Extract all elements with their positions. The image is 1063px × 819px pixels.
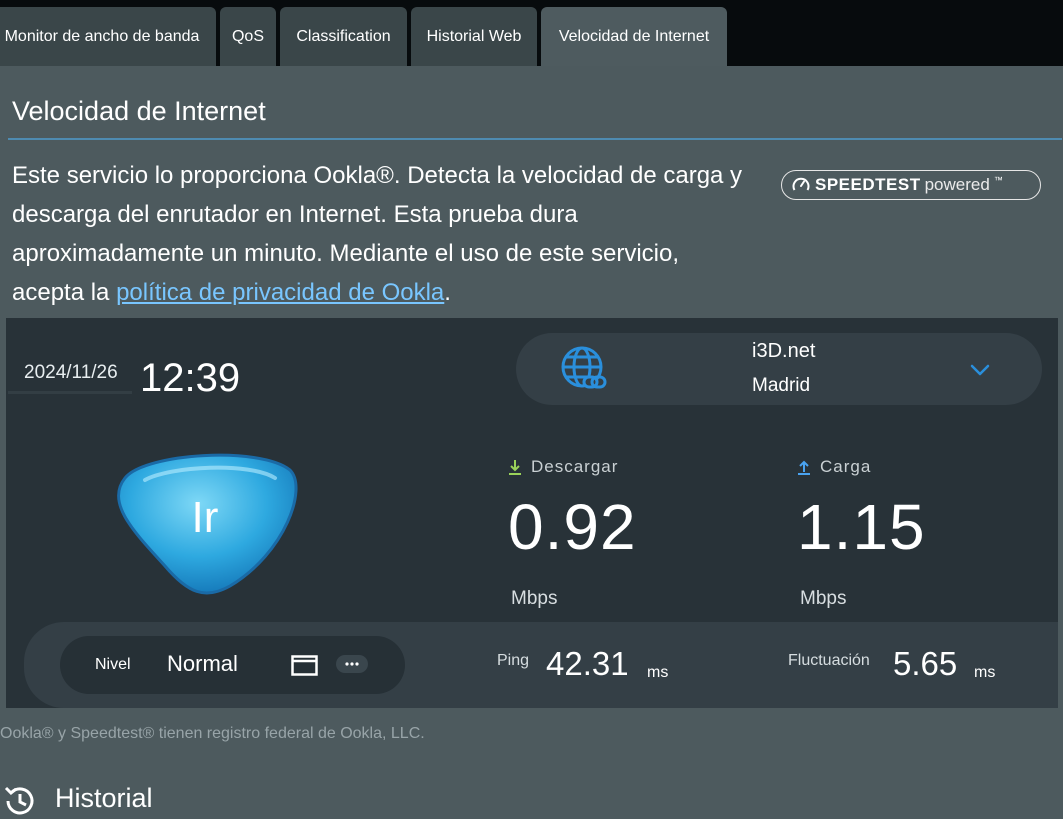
tab-classification[interactable]: Classification: [280, 7, 407, 66]
server-name: i3D.net: [752, 340, 816, 362]
chevron-down-icon[interactable]: [969, 362, 991, 378]
title-divider: [8, 138, 1062, 140]
ping-value: 42.31: [546, 645, 629, 682]
tab-qos[interactable]: QoS: [220, 7, 276, 66]
download-label: Descargar: [508, 457, 618, 477]
description-end: .: [444, 279, 451, 306]
server-city: Madrid: [752, 375, 811, 396]
history-title: Historial: [55, 783, 153, 813]
ping-label: Ping: [497, 652, 530, 669]
go-button[interactable]: Ir: [110, 448, 310, 598]
go-button-label: Ir: [191, 493, 219, 542]
privacy-policy-link[interactable]: política de privacidad de Ookla: [116, 279, 444, 306]
jitter-label: Fluctuación: [788, 652, 870, 669]
badge-trademark: ™: [993, 175, 1003, 185]
tab-bandwidth-monitor[interactable]: Monitor de ancho de banda: [0, 7, 216, 66]
globe-link-icon: [561, 346, 607, 389]
tab-internet-speed[interactable]: Velocidad de Internet: [541, 7, 727, 66]
badge-powered: powered: [924, 175, 990, 194]
window-icon[interactable]: [291, 655, 318, 676]
upload-arrow-icon: [798, 460, 810, 475]
upload-label-text: Carga: [820, 457, 872, 476]
date-underline: [8, 391, 132, 394]
level-value: Normal: [167, 651, 238, 676]
tab-web-history[interactable]: Historial Web: [411, 7, 537, 66]
jitter-value: 5.65: [893, 645, 958, 682]
download-label-text: Descargar: [531, 457, 619, 476]
history-icon: [4, 786, 34, 815]
level-label: Nivel: [95, 656, 131, 673]
upload-label: Carga: [797, 457, 871, 477]
test-date: 2024/11/26: [24, 362, 118, 383]
jitter-unit: ms: [974, 664, 996, 681]
legal-notice: Ookla® y Speedtest® tienen registro fede…: [0, 725, 425, 742]
upload-unit: Mbps: [800, 588, 847, 609]
speedometer-icon: [792, 177, 810, 191]
test-time: 12:39: [140, 356, 241, 400]
download-arrow-icon: [509, 460, 521, 475]
ping-unit: ms: [647, 664, 669, 681]
download-unit: Mbps: [511, 588, 558, 609]
page-title: Velocidad de Internet: [12, 96, 266, 126]
download-value: 0.92: [508, 491, 637, 563]
service-description: Este servicio lo proporciona Ookla®. Det…: [12, 156, 752, 312]
badge-speedtest: SPEEDTEST: [815, 175, 921, 194]
more-options-icon[interactable]: [336, 655, 368, 673]
upload-value: 1.15: [797, 491, 926, 563]
speedtest-powered-badge: SPEEDTEST powered ™: [781, 170, 1041, 200]
